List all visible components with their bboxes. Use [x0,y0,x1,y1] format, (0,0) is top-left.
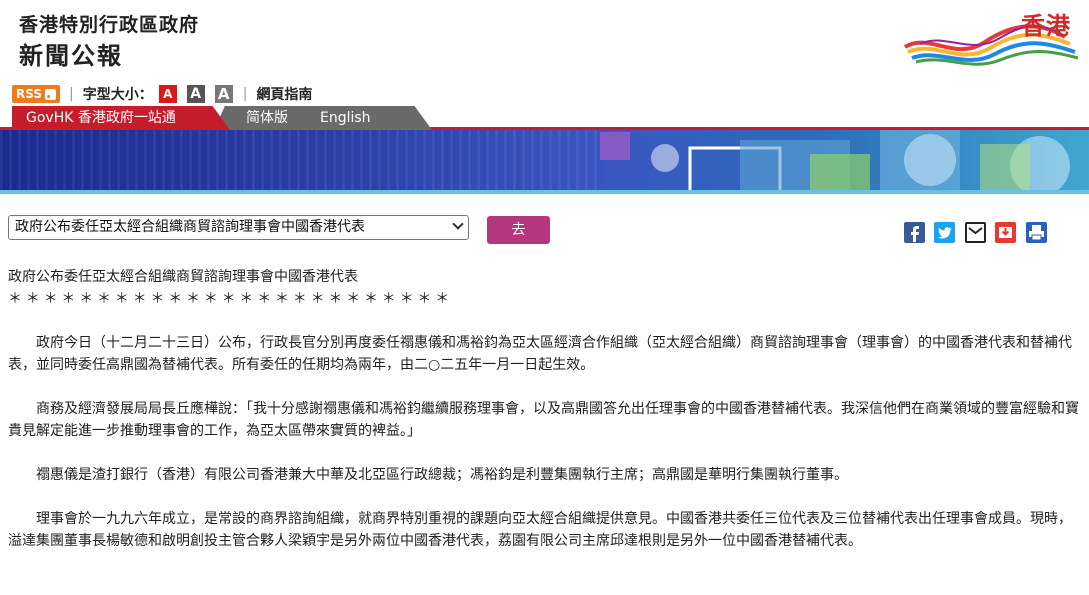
divider: | [242,86,248,102]
divider: | [69,86,74,102]
font-size-small-button[interactable]: A [158,85,177,103]
utility-toolbar: RSS | 字型大小： A A A | 網頁指南 [12,83,312,105]
language-tabs: 简体版 English [214,106,432,130]
article-paragraph: 政府今日（十二月二十三日）公布，行政長官分別再度委任禤惠儀和馮裕鈞為亞太區經濟合… [8,335,1072,373]
print-icon[interactable] [1026,222,1047,243]
font-size-medium-button[interactable]: A [186,85,205,103]
twitter-icon[interactable] [934,222,955,243]
chevron-down-icon [452,218,464,230]
go-button[interactable]: 去 [487,216,550,244]
press-release-select-value: 政府公布委任亞太經合組織商貿諮詢理事會中國香港代表 [15,219,365,235]
rss-label: RSS [16,87,42,101]
site-title[interactable]: 香港特別行政區政府 [19,10,199,37]
banner-decoration [600,130,1070,194]
brand-text: 香港 [1021,12,1071,40]
save-icon[interactable] [995,222,1016,243]
brand-hong-kong-logo[interactable]: 香港 [900,2,1085,74]
font-size-large-button[interactable]: A [214,85,233,103]
font-size-label: 字型大小： [82,87,153,103]
rss-button[interactable]: RSS [12,85,60,103]
sitemap-link[interactable]: 網頁指南 [256,84,312,104]
govhk-link[interactable]: GovHK 香港政府一站通 [12,106,230,130]
english-link[interactable]: English [320,106,371,130]
page-header: 香港特別行政區政府 新聞公報 香港 [0,0,1089,80]
article-paragraph: 商務及經濟發展局局長丘應樺說：「我十分感謝禤惠儀和馮裕鈞繼續服務理事會，以及高鼎… [8,401,1079,439]
nav-bar: 简体版 English GovHK 香港政府一站通 [0,106,1089,130]
email-icon[interactable] [965,222,986,243]
article-paragraph: 理事會於一九九六年成立，是常設的商界諮詢組織，就商界特別重視的課題向亞太經合組織… [8,511,1072,549]
title-separator: ＊＊＊＊＊＊＊＊＊＊＊＊＊＊＊＊＊＊＊＊＊＊＊＊＊ [8,291,453,307]
site-subtitle[interactable]: 新聞公報 [19,36,123,71]
banner-image [0,130,1089,194]
article-title: 政府公布委任亞太經合組織商貿諮詢理事會中國香港代表 [8,269,358,285]
press-release-article: 政府公布委任亞太經合組織商貿諮詢理事會中國香港代表 ＊＊＊＊＊＊＊＊＊＊＊＊＊＊… [8,266,1083,552]
simplified-chinese-link[interactable]: 简体版 [246,106,288,130]
rss-icon [45,88,56,100]
article-paragraph: 禤惠儀是渣打銀行（香港）有限公司香港兼大中華及北亞區行政總裁；馮裕鈞是利豐集團執… [36,467,848,483]
press-release-select[interactable]: 政府公布委任亞太經合組織商貿諮詢理事會中國香港代表 [8,215,469,240]
facebook-icon[interactable] [904,222,925,243]
